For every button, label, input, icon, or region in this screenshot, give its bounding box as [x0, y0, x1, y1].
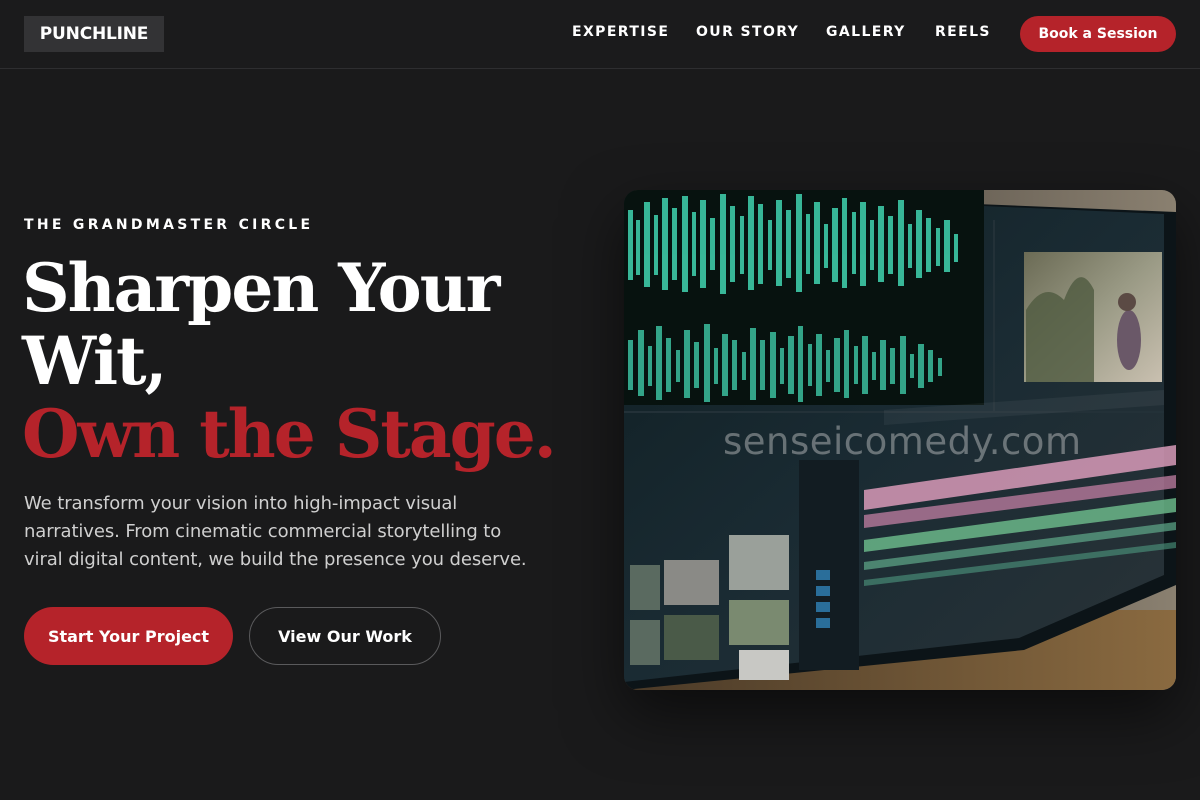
headline-accent: Own the Stage.: [22, 395, 557, 473]
logo[interactable]: PUNCHLINE: [24, 16, 164, 52]
nav-link-our-story[interactable]: OUR STORY: [696, 24, 799, 40]
hero-image: [624, 190, 1176, 690]
hero-eyebrow: THE GRANDMASTER CIRCLE: [24, 217, 314, 233]
nav-link-reels[interactable]: REELS: [935, 24, 991, 40]
start-project-button[interactable]: Start Your Project: [24, 607, 233, 665]
nav-link-gallery[interactable]: GALLERY: [826, 24, 906, 40]
headline-line-1: Sharpen Your: [22, 249, 500, 327]
nav-link-expertise[interactable]: EXPERTISE: [572, 24, 669, 40]
site-header: PUNCHLINE EXPERTISE OUR STORY GALLERY RE…: [0, 0, 1200, 69]
headline-line-2: Wit,: [22, 322, 168, 400]
hero-headline: Sharpen Your Wit, Own the Stage.: [22, 252, 582, 471]
view-work-button[interactable]: View Our Work: [249, 607, 441, 665]
hero-description: We transform your vision into high-impac…: [24, 493, 527, 570]
book-session-button[interactable]: Book a Session: [1020, 16, 1176, 52]
